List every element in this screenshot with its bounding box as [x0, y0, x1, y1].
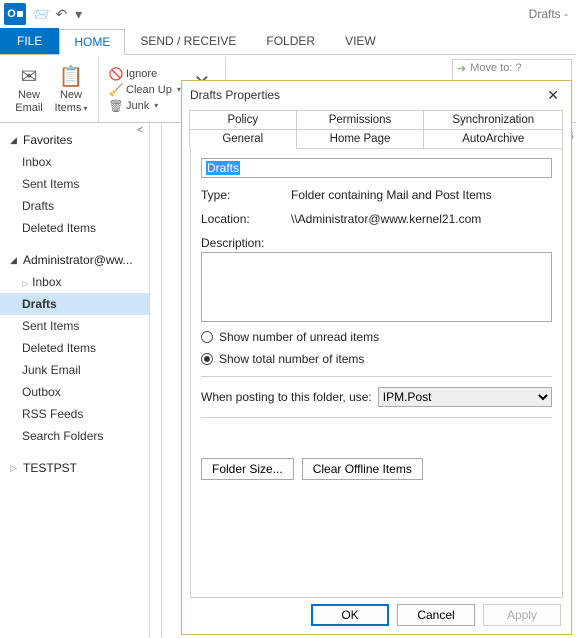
fav-sent-items[interactable]: Sent Items — [0, 173, 149, 195]
cleanup-icon: 🧹 — [109, 83, 123, 97]
divider — [201, 417, 552, 418]
junk-button[interactable]: 🗑Junk▾ — [109, 99, 181, 113]
posting-select[interactable]: IPM.Post — [378, 387, 552, 407]
posting-label: When posting to this folder, use: — [201, 390, 372, 404]
favorites-header[interactable]: ◢Favorites — [0, 129, 149, 151]
collapse-folder-pane-icon[interactable]: < — [132, 123, 148, 139]
radio-show-total[interactable]: Show total number of items — [201, 352, 552, 366]
new-email-button[interactable]: ✉ New Email — [8, 59, 50, 120]
divider — [201, 376, 552, 377]
new-email-icon: ✉ — [15, 65, 43, 89]
tab-file[interactable]: FILE — [0, 28, 59, 54]
account-header[interactable]: ◢Administrator@ww... — [0, 249, 149, 271]
acct-sent-items[interactable]: Sent Items — [0, 315, 149, 337]
close-icon[interactable]: ✕ — [543, 85, 563, 106]
dialog-title: Drafts Properties — [190, 88, 280, 102]
acct-inbox[interactable]: Inbox — [0, 271, 149, 293]
move-to-icon: ➜ — [457, 62, 466, 75]
ignore-button[interactable]: 🚫Ignore — [109, 67, 181, 81]
junk-icon: 🗑 — [109, 99, 123, 113]
acct-junk-email[interactable]: Junk Email — [0, 359, 149, 381]
radio-icon — [201, 331, 213, 343]
description-textarea[interactable] — [201, 252, 552, 322]
tab-home-page[interactable]: Home Page — [296, 129, 425, 149]
tab-view[interactable]: VIEW — [330, 28, 391, 54]
tab-home[interactable]: HOME — [59, 29, 125, 55]
drafts-properties-dialog: Drafts Properties ✕ Policy Permissions S… — [181, 80, 572, 635]
expand-icon: ◢ — [10, 135, 19, 146]
title-bar: O 📨 ↶ ▾ Drafts - — [0, 0, 576, 28]
tab-general[interactable]: General — [189, 129, 297, 149]
send-receive-qat-icon[interactable]: 📨 — [32, 6, 49, 23]
location-value: \\Administrator@www.kernel21.com — [291, 212, 552, 226]
folder-size-button[interactable]: Folder Size... — [201, 458, 294, 480]
acct-deleted-items[interactable]: Deleted Items — [0, 337, 149, 359]
collapse-icon: ▷ — [10, 463, 19, 474]
tab-send-receive[interactable]: SEND / RECEIVE — [125, 28, 251, 54]
radio-icon-selected — [201, 353, 213, 365]
ok-button[interactable]: OK — [311, 604, 389, 626]
location-label: Location: — [201, 212, 291, 226]
new-items-button[interactable]: 📋 New Items▾ — [50, 59, 92, 120]
fav-inbox[interactable]: Inbox — [0, 151, 149, 173]
tab-autoarchive[interactable]: AutoArchive — [423, 129, 563, 149]
radio-show-unread[interactable]: Show number of unread items — [201, 330, 552, 344]
apply-button: Apply — [483, 604, 561, 626]
fav-deleted-items[interactable]: Deleted Items — [0, 217, 149, 239]
acct-search-folders[interactable]: Search Folders — [0, 425, 149, 447]
folder-pane: < ◢Favorites Inbox Sent Items Drafts Del… — [0, 123, 150, 638]
tab-synchronization[interactable]: Synchronization — [423, 110, 563, 130]
cleanup-button[interactable]: 🧹Clean Up▾ — [109, 83, 181, 97]
acct-drafts[interactable]: Drafts — [0, 293, 149, 315]
dialog-tabs-row1: Policy Permissions Synchronization Gener… — [190, 111, 563, 149]
type-label: Type: — [201, 188, 291, 202]
outlook-app-icon: O — [4, 3, 26, 25]
ribbon-group-new: ✉ New Email 📋 New Items▾ — [2, 57, 99, 122]
dialog-footer: OK Cancel Apply — [311, 604, 561, 626]
fav-drafts[interactable]: Drafts — [0, 195, 149, 217]
tab-panel-general: Drafts Type: Folder containing Mail and … — [190, 148, 563, 598]
acct-outbox[interactable]: Outbox — [0, 381, 149, 403]
quick-access-toolbar: 📨 ↶ ▾ — [32, 6, 82, 23]
description-label: Description: — [201, 236, 552, 250]
ribbon-tabs: FILE HOME SEND / RECEIVE FOLDER VIEW — [0, 28, 576, 54]
acct-rss-feeds[interactable]: RSS Feeds — [0, 403, 149, 425]
qat-customize-icon[interactable]: ▾ — [75, 6, 82, 23]
move-to-label: Move to: ? — [470, 62, 521, 74]
tab-permissions[interactable]: Permissions — [296, 110, 425, 130]
window-title: Drafts - — [529, 7, 568, 21]
message-list-pane — [150, 123, 162, 638]
tab-folder[interactable]: FOLDER — [251, 28, 330, 54]
testpst-header[interactable]: ▷TESTPST — [0, 457, 149, 479]
type-value: Folder containing Mail and Post Items — [291, 188, 552, 202]
folder-name-input[interactable]: Drafts — [201, 158, 552, 178]
ignore-icon: 🚫 — [109, 67, 123, 81]
tab-policy[interactable]: Policy — [189, 110, 297, 130]
new-items-icon: 📋 — [57, 65, 85, 89]
clear-offline-items-button[interactable]: Clear Offline Items — [302, 458, 423, 480]
undo-icon[interactable]: ↶ — [55, 6, 67, 23]
expand-icon: ◢ — [10, 255, 19, 266]
dialog-titlebar: Drafts Properties ✕ — [182, 81, 571, 109]
cancel-button[interactable]: Cancel — [397, 604, 475, 626]
